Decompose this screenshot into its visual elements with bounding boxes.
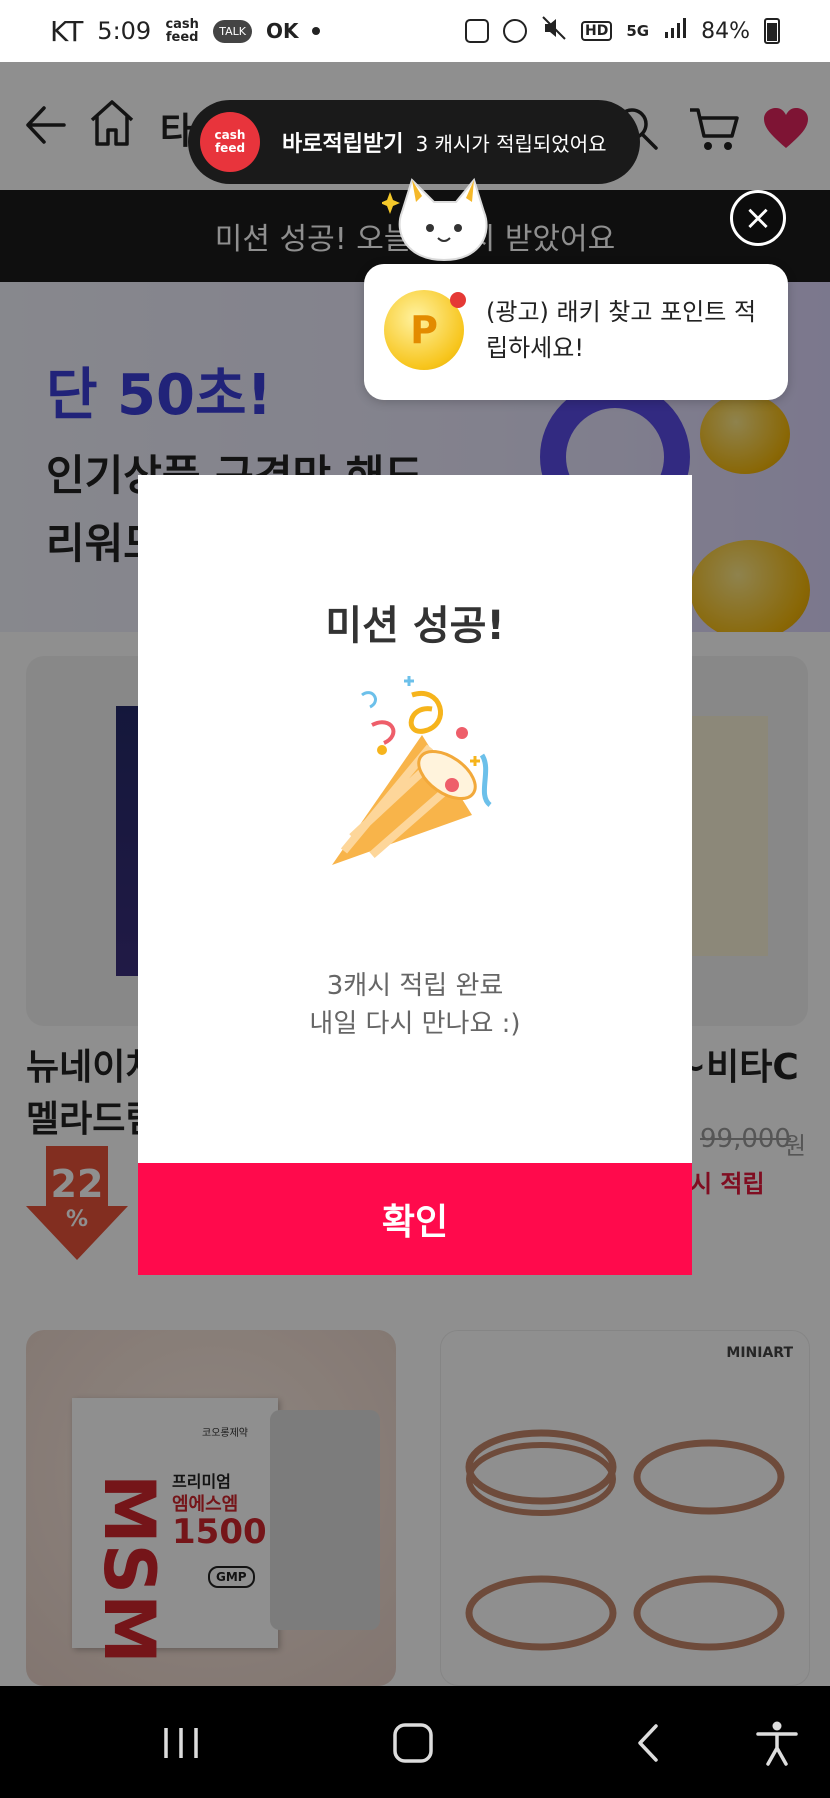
- ad-text: (광고) 래키 찾고 포인트 적립하세요!: [486, 298, 757, 362]
- mission-success-modal: 미션 성공! 3캐시 적립 완료 내일 다시 만나요 :) 확인: [138, 475, 692, 1275]
- clock: 5:09: [97, 17, 152, 45]
- system-nav-bar: [0, 1686, 830, 1798]
- ad-close-button[interactable]: ×: [730, 190, 786, 246]
- confirm-button[interactable]: 확인: [138, 1163, 692, 1275]
- battery-percent: 84%: [701, 18, 750, 44]
- ok-notification-icon: OK: [265, 19, 299, 43]
- home-nav-icon[interactable]: [388, 1720, 438, 1766]
- hd-icon: HD: [581, 21, 613, 41]
- back-nav-icon[interactable]: [624, 1720, 674, 1766]
- carrier-label: KT: [50, 14, 84, 48]
- party-popper-icon: [332, 676, 492, 865]
- modal-message-line2: 내일 다시 만나요 :): [309, 1009, 521, 1039]
- toast-title: 바로적립받기: [282, 132, 404, 157]
- cashfeed-notification-icon: cash feed: [165, 17, 199, 45]
- ad-bubble[interactable]: P (광고) 래키 찾고 포인트 적립하세요!: [364, 264, 788, 400]
- toast-message: 3 캐시가 적립되었어요: [415, 131, 607, 156]
- modal-title: 미션 성공!: [325, 603, 505, 649]
- signal-icon: [663, 16, 687, 46]
- recent-apps-icon[interactable]: [156, 1720, 206, 1766]
- modal-message: 3캐시 적립 완료 내일 다시 만나요 :): [138, 967, 692, 1043]
- kakaotalk-notification-icon: TALK: [213, 19, 252, 43]
- close-icon: ×: [743, 198, 773, 238]
- status-bar: KT 5:09 cash feed TALK OK HD 5G 84%: [0, 0, 830, 62]
- app-notification-icon: [465, 19, 489, 43]
- alarm-icon: [503, 19, 527, 43]
- network-5g-icon: 5G: [626, 22, 650, 40]
- new-badge-dot: [450, 292, 466, 308]
- accessibility-icon[interactable]: [752, 1720, 802, 1766]
- battery-icon: [764, 18, 780, 44]
- more-notifications-dot-icon: [312, 27, 321, 35]
- cashfeed-logo-icon: cash feed: [200, 112, 260, 172]
- mute-icon: [541, 15, 567, 47]
- cat-mascot-icon[interactable]: [382, 172, 506, 272]
- modal-message-line1: 3캐시 적립 완료: [326, 971, 504, 1001]
